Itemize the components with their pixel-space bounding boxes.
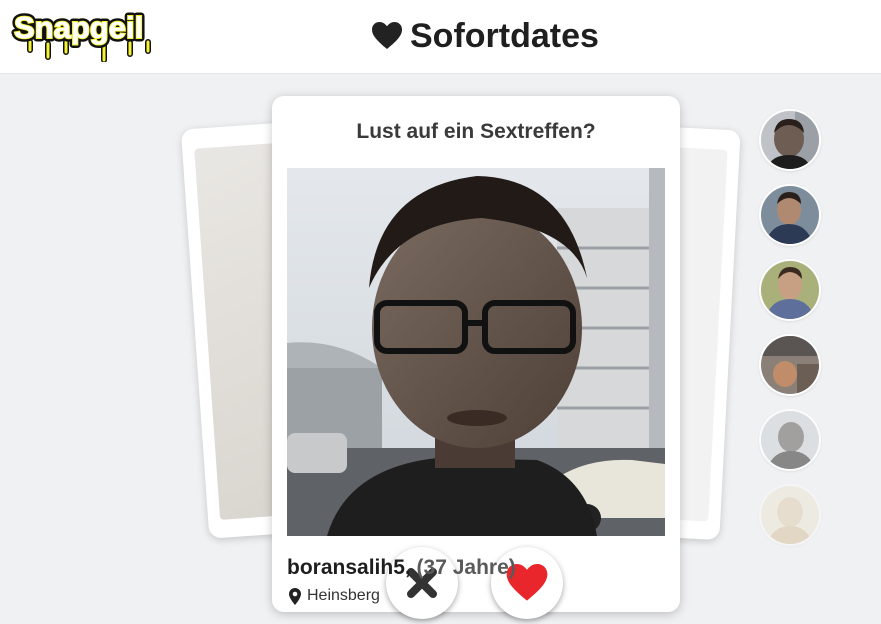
sidebar-avatar-5[interactable] [761,411,819,469]
card-question: Lust auf ein Sextreffen? [356,120,596,143]
sidebar-avatar-6[interactable] [761,486,819,544]
sidebar-avatar-2[interactable] [761,186,819,244]
page-title-text: Sofortdates [410,16,599,55]
map-pin-icon [289,587,301,605]
profile-card[interactable]: Lust auf ein Sextreffen? boransalih5, (3… [272,96,680,619]
profile-name: boransalih5, (37 Jahre) [287,556,516,580]
sidebar-avatar-3[interactable] [761,261,819,319]
username: boransalih5, [287,556,411,579]
sidebar-avatar-1[interactable] [761,111,819,169]
top-bar: Snapgeil Snapgeil Snapgeil Sofortdates [0,0,881,74]
location-text: Heinsberg [307,587,380,604]
profile-location: Heinsberg [289,587,380,605]
heart-icon [372,22,402,49]
snapgeil-logo[interactable]: Snapgeil Snapgeil Snapgeil [8,2,168,62]
page-title: Sofortdates [372,14,599,58]
profile-age: (37 Jahre) [416,556,516,579]
svg-text:Snapgeil: Snapgeil [14,10,143,45]
sidebar-avatar-4[interactable] [761,336,819,394]
profile-photo [287,168,665,536]
